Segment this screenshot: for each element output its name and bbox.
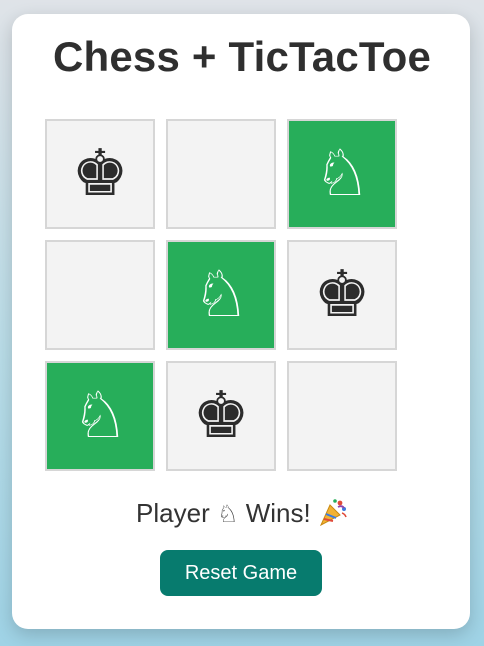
white-knight-icon: ♘ <box>192 258 250 332</box>
board-cell-1[interactable]: ♚ <box>45 119 155 229</box>
status-suffix: Wins! <box>245 498 311 528</box>
black-king-icon: ♚ <box>71 137 129 211</box>
party-popper-icon <box>319 499 347 527</box>
board-cell-6[interactable]: ♚ <box>287 240 397 350</box>
white-knight-icon: ♘ <box>313 137 371 211</box>
reset-game-button[interactable]: Reset Game <box>160 550 322 596</box>
board-cell-4[interactable] <box>45 240 155 350</box>
board-cell-8[interactable]: ♚ <box>166 361 276 471</box>
white-knight-icon: ♘ <box>71 379 129 453</box>
page-title: Chess + TicTacToe <box>52 33 432 80</box>
game-status: Player ♘ Wins! <box>0 497 484 530</box>
board-cell-5[interactable]: ♘ <box>166 240 276 350</box>
black-king-icon: ♚ <box>192 379 250 453</box>
board-cell-3[interactable]: ♘ <box>287 119 397 229</box>
game-board: ♚ ♘ ♘ ♚ ♘ ♚ <box>45 119 397 471</box>
board-cell-7[interactable]: ♘ <box>45 361 155 471</box>
board-cell-2[interactable] <box>166 119 276 229</box>
status-prefix: Player <box>136 498 210 528</box>
board-cell-9[interactable] <box>287 361 397 471</box>
winner-knight-icon: ♘ <box>216 500 239 528</box>
black-king-icon: ♚ <box>313 258 371 332</box>
